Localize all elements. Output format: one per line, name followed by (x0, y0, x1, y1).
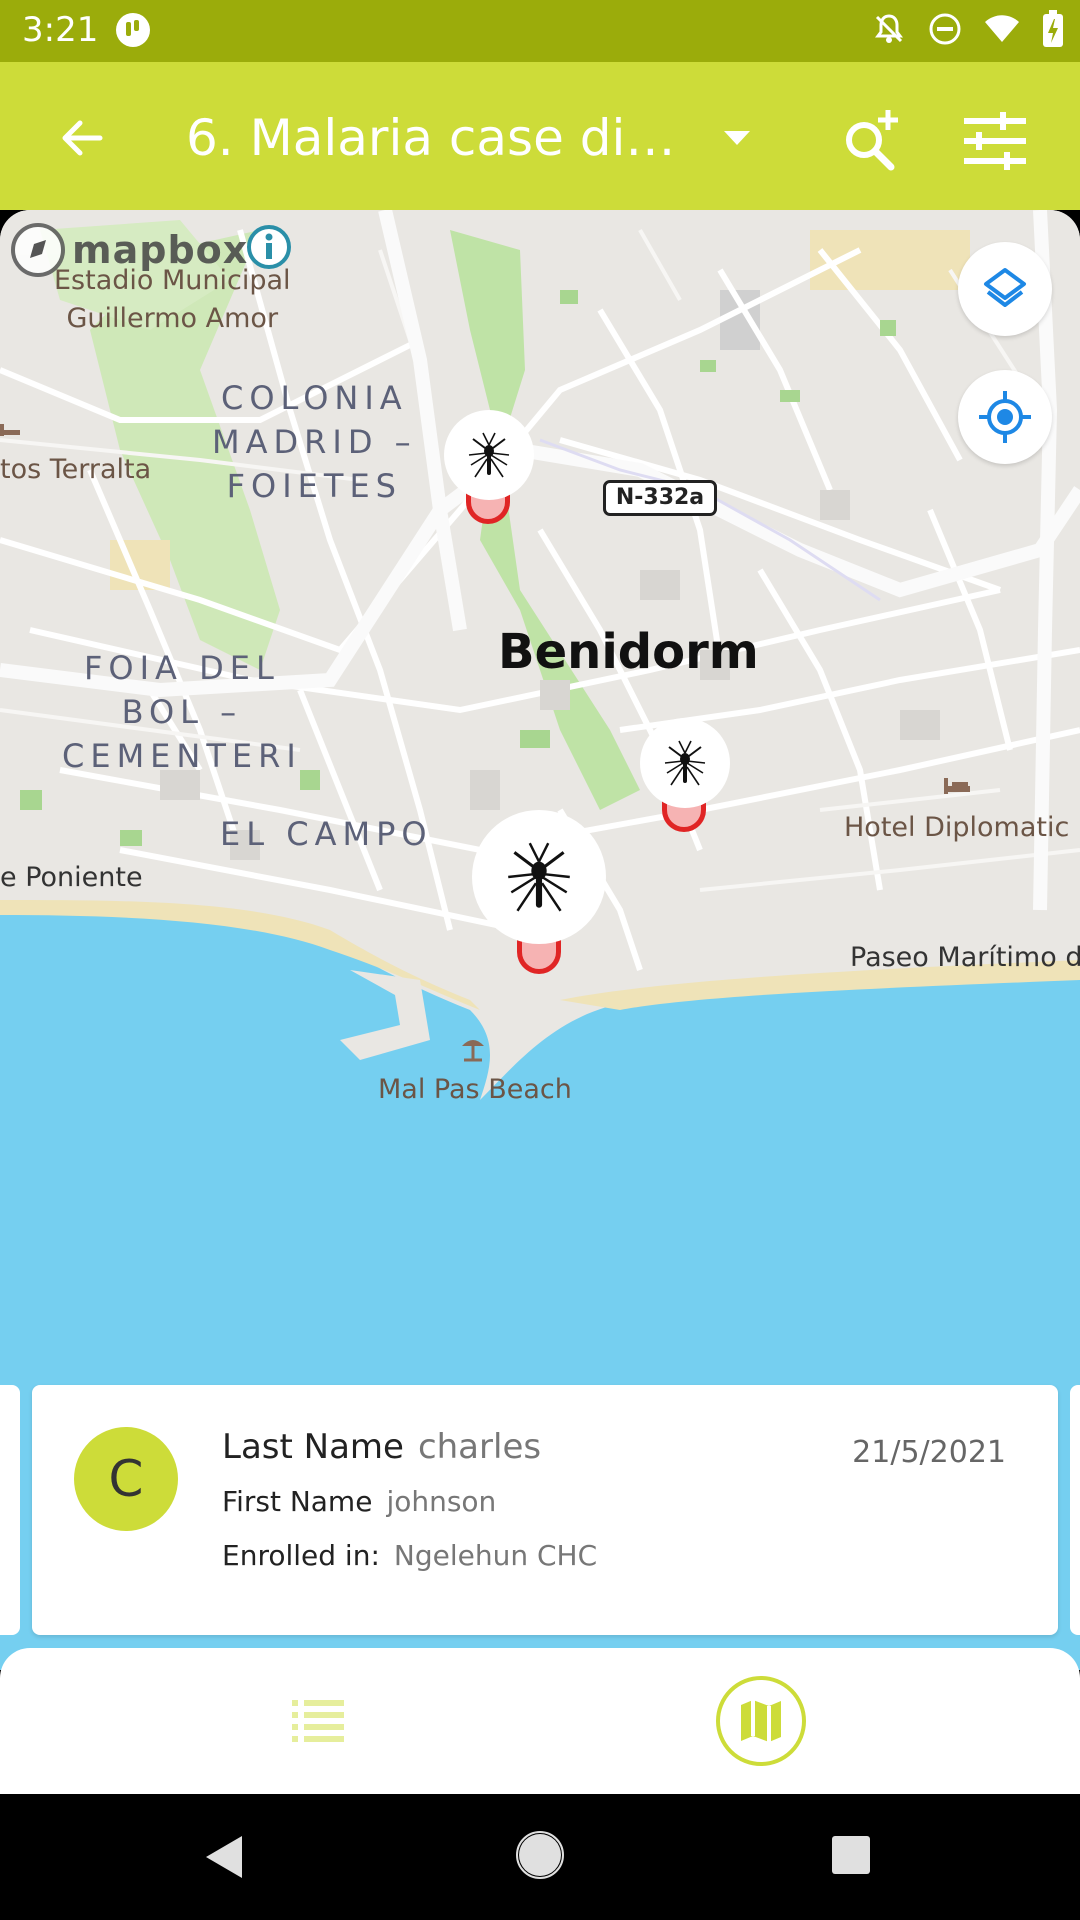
last-name-row: Last Name charles (222, 1427, 541, 1467)
status-icons (872, 10, 1064, 53)
map-label-paseo: Paseo Marítimo de (850, 942, 1080, 973)
bottom-navigation (0, 1648, 1080, 1794)
status-time: 3:21 (22, 10, 99, 50)
program-selector[interactable]: 6. Malaria case diag... (186, 102, 766, 174)
map-label-city: Benidorm (498, 624, 759, 680)
search-add-icon (846, 110, 898, 171)
layers-icon (984, 268, 1026, 307)
circle-home-icon (516, 1831, 564, 1879)
previous-card-peek[interactable] (0, 1385, 20, 1635)
last-name-label: Last Name (222, 1427, 404, 1467)
first-name-label: First Name (222, 1485, 373, 1518)
search-button[interactable] (836, 104, 906, 174)
system-navigation-bar (0, 1794, 1080, 1920)
app-notification-icon (115, 12, 151, 53)
marker-bubble (640, 718, 730, 808)
system-home-button[interactable] (515, 1830, 565, 1885)
battery-charging-icon (1042, 10, 1064, 53)
first-name-value: johnson (386, 1485, 497, 1518)
case-marker[interactable] (444, 410, 534, 530)
mosquito-icon (508, 842, 570, 912)
map-view-tab[interactable] (716, 1676, 806, 1766)
mosquito-icon (664, 740, 706, 786)
hotel-icon (942, 774, 972, 801)
mapbox-logo: mapbox (10, 222, 248, 278)
square-recents-icon (832, 1836, 870, 1874)
map-label-colonia: COLONIA MADRID – FOIETES (212, 379, 417, 505)
list-view-tab[interactable] (292, 1696, 344, 1746)
enrolled-value: Ngelehun CHC (393, 1539, 598, 1572)
system-recents-button[interactable] (830, 1834, 872, 1881)
filter-button[interactable] (962, 108, 1028, 174)
wifi-icon (984, 14, 1020, 49)
filter-sliders-icon (964, 112, 1026, 170)
my-location-button[interactable] (958, 370, 1052, 464)
map-label-hotel: Hotel Diplomatic (844, 812, 1070, 843)
map-label-poniente: e Poniente (0, 862, 143, 893)
marker-bubble (444, 410, 534, 500)
info-icon (247, 225, 291, 269)
notifications-off-icon (872, 12, 906, 51)
do-not-disturb-icon (928, 12, 962, 51)
road-shield-n332a: N-332a (603, 480, 717, 516)
marker-pin (517, 940, 561, 974)
my-location-icon (979, 391, 1031, 443)
triangle-back-icon (206, 1836, 242, 1878)
enrolled-label: Enrolled in: (222, 1539, 380, 1572)
beach-icon (458, 1034, 488, 1067)
list-icon (292, 1700, 344, 1742)
mapbox-wordmark: mapbox (72, 228, 249, 272)
arrow-back-icon (62, 120, 103, 156)
tei-card[interactable]: C Last Name charles First Name johnson Enr… (32, 1385, 1058, 1635)
first-name-row: First Name johnson (222, 1485, 496, 1518)
marker-bubble (472, 810, 606, 944)
back-button[interactable] (52, 108, 112, 168)
map-label-terralta: tos Terralta (0, 454, 152, 485)
mapbox-icon (11, 223, 65, 277)
map-label-foia: FOIA DEL BOL – CEMENTERI (62, 649, 302, 775)
map-label-campo: EL CAMPO (220, 815, 433, 853)
lodging-icon (0, 420, 20, 443)
layers-button[interactable] (958, 242, 1052, 336)
arrow-drop-down-icon (722, 128, 752, 148)
next-card-peek[interactable] (1070, 1385, 1080, 1635)
card-date: 21/5/2021 (852, 1435, 1006, 1470)
attribution-info-button[interactable] (246, 224, 292, 275)
map-label-beach: Mal Pas Beach (378, 1074, 572, 1105)
status-bar: 3:21 (0, 0, 1080, 62)
mosquito-icon (468, 432, 510, 478)
map-icon (741, 1700, 781, 1742)
page-title: 6. Malaria case diag... (186, 109, 696, 167)
last-name-value: charles (417, 1427, 542, 1467)
case-marker-selected[interactable] (472, 810, 606, 990)
avatar: C (74, 1427, 178, 1531)
case-marker[interactable] (640, 718, 730, 838)
system-back-button[interactable] (204, 1834, 244, 1885)
app-bar: 6. Malaria case diag... (0, 62, 1080, 210)
enrolled-row: Enrolled in: Ngelehun CHC (222, 1539, 597, 1572)
